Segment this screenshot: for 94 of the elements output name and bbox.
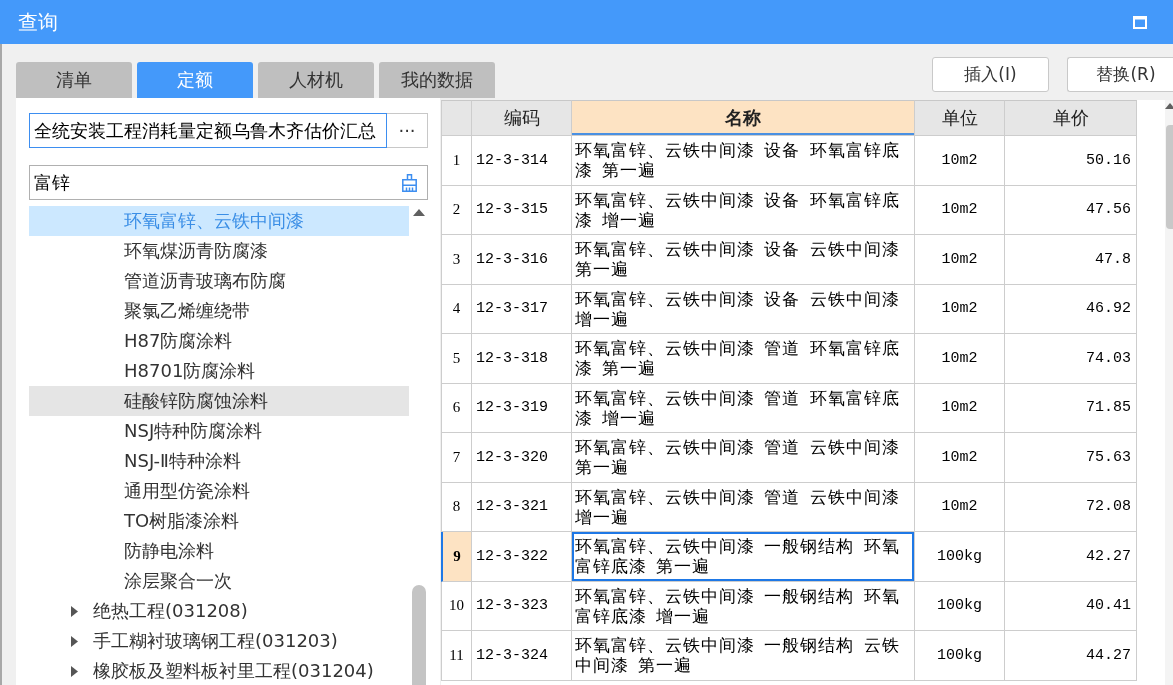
- tree-item[interactable]: 涂层聚合一次: [29, 566, 409, 596]
- table-cell: 74.03: [1005, 334, 1137, 384]
- row-number[interactable]: 8: [441, 482, 472, 532]
- table-cell: 46.92: [1005, 284, 1137, 334]
- scrollbar[interactable]: [1165, 100, 1173, 685]
- row-number[interactable]: 5: [441, 334, 472, 384]
- row-number[interactable]: 2: [441, 185, 472, 235]
- scrollbar-thumb[interactable]: [411, 585, 426, 685]
- caret-icon[interactable]: [71, 605, 78, 617]
- replace-button[interactable]: 替换(R): [1067, 57, 1173, 92]
- table-cell: 环氧富锌、云铁中间漆 管道 环氧富锌底漆 第一遍: [572, 334, 915, 384]
- brush-icon[interactable]: [401, 173, 418, 192]
- table-cell: 12-3-319: [472, 383, 572, 433]
- table-cell: 12-3-317: [472, 284, 572, 334]
- tree-item[interactable]: TO树脂漆涂料: [29, 506, 409, 536]
- table-cell: 环氧富锌、云铁中间漆 设备 环氧富锌底漆 第一遍: [572, 136, 915, 186]
- row-number[interactable]: 1: [441, 136, 472, 186]
- table-cell: 47.56: [1005, 185, 1137, 235]
- table-cell: 50.16: [1005, 136, 1137, 186]
- tree-item[interactable]: 绝热工程(031208): [29, 596, 409, 626]
- tab[interactable]: 清单: [16, 62, 132, 98]
- table-cell: 12-3-320: [472, 433, 572, 483]
- table-cell: 75.63: [1005, 433, 1137, 483]
- table-cell: 44.27: [1005, 631, 1137, 681]
- table-cell: 10m2: [915, 185, 1005, 235]
- table-cell: 环氧富锌、云铁中间漆 设备 云铁中间漆增一遍: [572, 284, 915, 334]
- table-cell: 10m2: [915, 235, 1005, 285]
- column-header[interactable]: 名称: [572, 100, 915, 136]
- table-cell: 10m2: [915, 433, 1005, 483]
- table-cell: 72.08: [1005, 482, 1137, 532]
- caret-icon[interactable]: [71, 665, 78, 677]
- insert-button[interactable]: 插入(I): [932, 57, 1049, 92]
- table-cell: 47.8: [1005, 235, 1137, 285]
- tree-item[interactable]: NSJ特种防腐涂料: [29, 416, 409, 446]
- table-cell: 10m2: [915, 284, 1005, 334]
- table-cell: 12-3-314: [472, 136, 572, 186]
- row-number[interactable]: 4: [441, 284, 472, 334]
- row-number[interactable]: 10: [441, 581, 472, 631]
- table-cell: 12-3-322: [472, 532, 572, 582]
- scroll-up-icon[interactable]: [412, 209, 425, 216]
- table-cell: 12-3-321: [472, 482, 572, 532]
- tree-item[interactable]: 聚氯乙烯缠绕带: [29, 296, 409, 326]
- table-cell: 环氧富锌、云铁中间漆 管道 环氧富锌底漆 增一遍: [572, 383, 915, 433]
- tree-item[interactable]: H8701防腐涂料: [29, 356, 409, 386]
- table-cell: 10m2: [915, 383, 1005, 433]
- maximize-icon[interactable]: [1133, 15, 1147, 29]
- table-cell: 环氧富锌、云铁中间漆 设备 环氧富锌底漆 增一遍: [572, 185, 915, 235]
- table-cell: 42.27: [1005, 532, 1137, 582]
- table-cell: 12-3-324: [472, 631, 572, 681]
- tree-item[interactable]: 橡胶板及塑料板衬里工程(031204): [29, 656, 409, 685]
- table-cell: 环氧富锌、云铁中间漆 一般钢结构 云铁中间漆 第一遍: [572, 631, 915, 681]
- table-cell: 10m2: [915, 334, 1005, 384]
- column-header[interactable]: 单价: [1005, 100, 1137, 136]
- tree-item[interactable]: 通用型仿瓷涂料: [29, 476, 409, 506]
- tree-item[interactable]: 管道沥青玻璃布防腐: [29, 266, 409, 296]
- table-cell: 10m2: [915, 136, 1005, 186]
- table-cell: 环氧富锌、云铁中间漆 一般钢结构 环氧富锌底漆 第一遍: [572, 532, 915, 582]
- table-cell: 40.41: [1005, 581, 1137, 631]
- column-header[interactable]: 编码: [472, 100, 572, 136]
- table-cell: 环氧富锌、云铁中间漆 设备 云铁中间漆第一遍: [572, 235, 915, 285]
- table-cell: 10m2: [915, 482, 1005, 532]
- tree-item[interactable]: 手工糊衬玻璃钢工程(031203): [29, 626, 409, 656]
- table-cell: 环氧富锌、云铁中间漆 管道 云铁中间漆第一遍: [572, 433, 915, 483]
- table-cell: 环氧富锌、云铁中间漆 一般钢结构 环氧富锌底漆 增一遍: [572, 581, 915, 631]
- tree-item[interactable]: NSJ-Ⅱ特种涂料: [29, 446, 409, 476]
- caret-icon[interactable]: [71, 635, 78, 647]
- window-title: 查询: [18, 8, 59, 36]
- table-cell: 100kg: [915, 631, 1005, 681]
- scroll-up-icon[interactable]: [1165, 103, 1173, 109]
- table-cell: 71.85: [1005, 383, 1137, 433]
- table-cell: 12-3-315: [472, 185, 572, 235]
- table-cell: 环氧富锌、云铁中间漆 管道 云铁中间漆增一遍: [572, 482, 915, 532]
- row-number[interactable]: 7: [441, 433, 472, 483]
- search-field[interactable]: 富锌: [29, 165, 428, 200]
- tab[interactable]: 人材机: [258, 62, 374, 98]
- row-number[interactable]: 9: [441, 532, 472, 582]
- tree-item[interactable]: 硅酸锌防腐蚀涂料: [29, 386, 409, 416]
- scrollbar-thumb[interactable]: [1166, 125, 1173, 229]
- library-field[interactable]: 全统安装工程消耗量定额乌鲁木齐估价汇总: [29, 113, 387, 148]
- column-header[interactable]: 单位: [915, 100, 1005, 136]
- table-cell: 12-3-316: [472, 235, 572, 285]
- tree-item[interactable]: H87防腐涂料: [29, 326, 409, 356]
- row-number[interactable]: 3: [441, 235, 472, 285]
- tree-item[interactable]: 防静电涂料: [29, 536, 409, 566]
- table-cell: 12-3-318: [472, 334, 572, 384]
- row-number[interactable]: 6: [441, 383, 472, 433]
- row-number[interactable]: 11: [441, 631, 472, 681]
- tree-item[interactable]: 环氧煤沥青防腐漆: [29, 236, 409, 266]
- row-number-header: [441, 100, 472, 136]
- table-cell: 100kg: [915, 532, 1005, 582]
- table-cell: 100kg: [915, 581, 1005, 631]
- table-cell: 12-3-323: [472, 581, 572, 631]
- tab[interactable]: 我的数据: [379, 62, 495, 98]
- browse-button[interactable]: ···: [387, 113, 428, 148]
